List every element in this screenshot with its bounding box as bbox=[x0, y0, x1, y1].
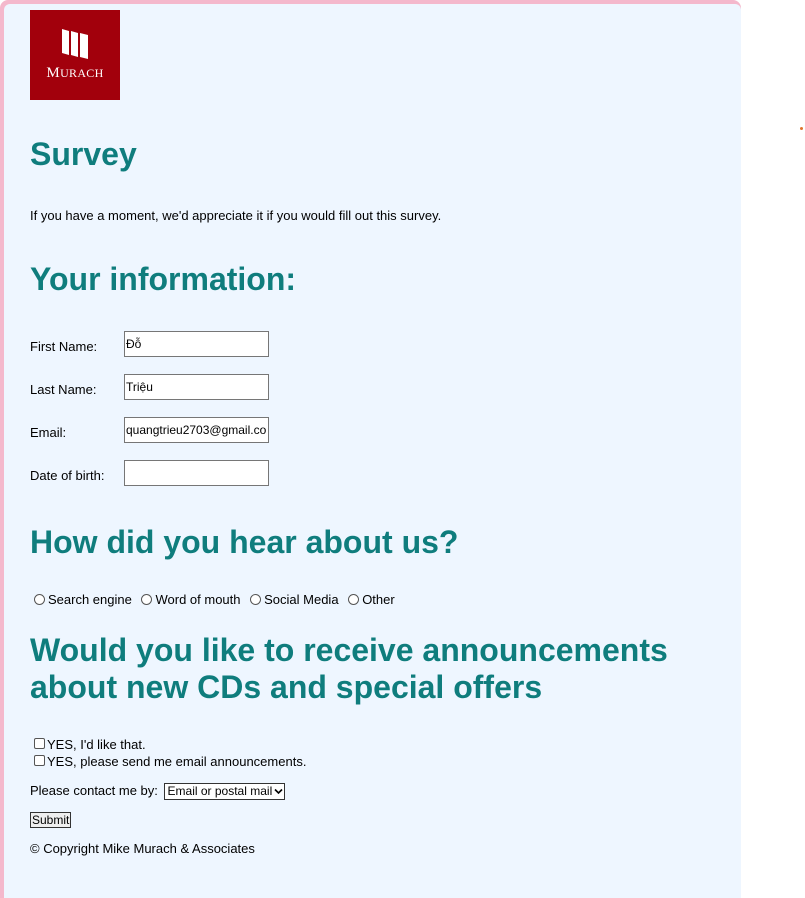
last-name-field[interactable] bbox=[124, 374, 269, 400]
copyright: © Copyright Mike Murach & Associates bbox=[30, 841, 255, 856]
stray-dot bbox=[800, 127, 803, 130]
last-name-label: Last Name: bbox=[30, 382, 97, 397]
radio-icon[interactable] bbox=[141, 594, 153, 605]
radio-label: Search engine bbox=[48, 592, 132, 607]
radio-label: Other bbox=[362, 592, 395, 607]
contact-select[interactable]: Email or postal mail bbox=[163, 783, 286, 800]
first-name-field[interactable] bbox=[124, 331, 269, 357]
chevron-down-icon bbox=[274, 788, 283, 795]
email-label: Email: bbox=[30, 425, 67, 440]
radio-social-media[interactable]: Social Media bbox=[250, 592, 339, 607]
page-title: Survey bbox=[30, 136, 137, 172]
checkbox-icon[interactable] bbox=[34, 738, 45, 749]
dob-field[interactable] bbox=[124, 460, 269, 486]
radio-label: Word of mouth bbox=[155, 592, 241, 607]
logo-text: Murach bbox=[46, 65, 104, 81]
radio-icon[interactable] bbox=[34, 594, 45, 605]
hear-radio-group: Search engine Word of mouth Social Media… bbox=[34, 592, 401, 607]
announce-heading: Would you like to receive announcements … bbox=[30, 632, 668, 705]
murach-logo: Murach bbox=[30, 10, 120, 100]
first-name-label: First Name: bbox=[30, 339, 98, 354]
check-like-that[interactable]: YES, I'd like that. bbox=[34, 736, 306, 753]
radio-word-of-mouth[interactable]: Word of mouth bbox=[141, 592, 241, 607]
contact-label: Please contact me by: bbox=[30, 783, 158, 798]
logo-mark-icon bbox=[62, 29, 88, 59]
intro-text: If you have a moment, we'd appreciate it… bbox=[30, 208, 442, 223]
checkbox-label: YES, please send me email announcements. bbox=[47, 754, 307, 769]
announce-checkboxes: YES, I'd like that. YES, please send me … bbox=[34, 736, 306, 770]
radio-icon[interactable] bbox=[250, 594, 262, 605]
contact-select-value: Email or postal mail bbox=[167, 784, 273, 798]
hear-heading: How did you hear about us? bbox=[30, 524, 459, 560]
radio-search-engine[interactable]: Search engine bbox=[34, 592, 132, 607]
email-field[interactable] bbox=[124, 417, 269, 443]
page: Murach Survey If you have a moment, we'd… bbox=[4, 4, 741, 898]
submit-button[interactable]: Submit bbox=[30, 812, 72, 828]
radio-label: Social Media bbox=[264, 592, 339, 607]
dob-label: Date of birth: bbox=[30, 468, 105, 483]
contact-row: Please contact me by: Email or postal ma… bbox=[30, 783, 286, 800]
checkbox-label: YES, I'd like that. bbox=[47, 737, 146, 752]
check-email-announcements[interactable]: YES, please send me email announcements. bbox=[34, 753, 306, 770]
checkbox-icon[interactable] bbox=[34, 755, 45, 766]
radio-icon[interactable] bbox=[348, 594, 360, 605]
radio-other[interactable]: Other bbox=[348, 592, 395, 607]
info-heading: Your information: bbox=[30, 261, 297, 297]
